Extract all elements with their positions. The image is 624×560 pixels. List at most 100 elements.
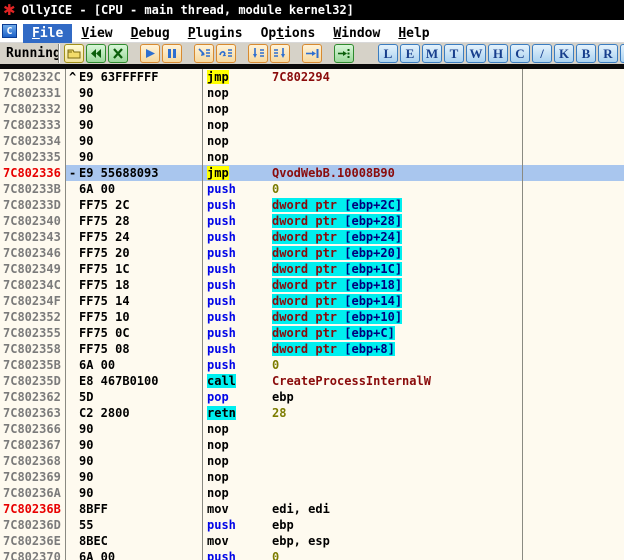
operand: dword ptr bbox=[272, 342, 344, 356]
comment-cell bbox=[523, 101, 624, 117]
menu-item-options[interactable]: Options bbox=[252, 24, 325, 43]
hexdump-cell: 55 bbox=[66, 517, 203, 533]
hexdump-cell: FF75 0C bbox=[66, 325, 203, 341]
letter-button-K[interactable]: K bbox=[554, 44, 574, 63]
mnemonic: nop bbox=[207, 470, 229, 484]
table-row[interactable]: 7C80233290nop bbox=[0, 101, 624, 117]
table-row[interactable]: 7C8023625Dpopebp bbox=[0, 389, 624, 405]
hex-bytes: 5D bbox=[79, 389, 93, 405]
menu-item-plugins[interactable]: Plugins bbox=[179, 24, 252, 43]
table-row[interactable]: 7C80233590nop bbox=[0, 149, 624, 165]
table-row[interactable]: 7C80233190nop bbox=[0, 85, 624, 101]
table-row[interactable]: 7C80236D55pushebp bbox=[0, 517, 624, 533]
table-row[interactable]: 7C802349FF75 1Cpushdword ptr [ebp+1C] bbox=[0, 261, 624, 277]
comment-cell bbox=[523, 357, 624, 373]
letter-button-C[interactable]: C bbox=[510, 44, 530, 63]
table-row[interactable]: 7C80236890nop bbox=[0, 453, 624, 469]
table-row[interactable]: 7C802363C2 2800retn28 bbox=[0, 405, 624, 421]
cpu-window-icon[interactable]: C bbox=[2, 24, 17, 38]
hex-bytes: 90 bbox=[79, 101, 93, 117]
letter-button-label: C bbox=[515, 47, 524, 60]
animate-over-button[interactable] bbox=[270, 44, 290, 63]
table-row[interactable]: 7C80236A90nop bbox=[0, 485, 624, 501]
instruction-cell: pushdword ptr [ebp+10] bbox=[203, 309, 523, 325]
letter-button-L[interactable]: L bbox=[378, 44, 398, 63]
letter-button-H[interactable]: H bbox=[488, 44, 508, 63]
menu-item-help[interactable]: Help bbox=[389, 24, 438, 43]
jump-direction-indicator bbox=[66, 149, 79, 165]
animate-into-button[interactable] bbox=[248, 44, 268, 63]
comment-cell bbox=[523, 341, 624, 357]
address-cell: 7C802332 bbox=[0, 101, 66, 117]
execute-till-return-button[interactable] bbox=[302, 44, 322, 63]
run-button[interactable] bbox=[140, 44, 160, 63]
letter-button-R[interactable]: R bbox=[598, 44, 618, 63]
comment-cell bbox=[523, 485, 624, 501]
hex-bytes: E8 467B0100 bbox=[79, 373, 158, 389]
jump-direction-indicator bbox=[66, 389, 79, 405]
pause-button[interactable] bbox=[162, 44, 182, 63]
table-row[interactable]: 7C80236790nop bbox=[0, 437, 624, 453]
table-row[interactable]: 7C802352FF75 10pushdword ptr [ebp+10] bbox=[0, 309, 624, 325]
table-row[interactable]: 7C80232C^E9 63FFFFFFjmp7C802294 bbox=[0, 69, 624, 85]
table-row[interactable]: 7C80233B6A 00push0 bbox=[0, 181, 624, 197]
jump-direction-indicator bbox=[66, 421, 79, 437]
table-row[interactable]: 7C802346FF75 20pushdword ptr [ebp+20] bbox=[0, 245, 624, 261]
letter-button-/[interactable]: / bbox=[532, 44, 552, 63]
go-to-button[interactable] bbox=[334, 44, 354, 63]
instruction-cell: nop bbox=[203, 469, 523, 485]
mnemonic: push bbox=[207, 550, 236, 560]
table-row[interactable]: 7C802355FF75 0Cpushdword ptr [ebp+C] bbox=[0, 325, 624, 341]
hex-bytes: 90 bbox=[79, 485, 93, 501]
operand: [ebp+10] bbox=[344, 310, 402, 324]
letter-button-E[interactable]: E bbox=[400, 44, 420, 63]
jump-direction-indicator bbox=[66, 229, 79, 245]
comment-cell bbox=[523, 245, 624, 261]
address-cell: 7C802331 bbox=[0, 85, 66, 101]
letter-button-label: H bbox=[493, 47, 503, 60]
open-button[interactable] bbox=[64, 44, 84, 63]
step-over-button[interactable] bbox=[216, 44, 236, 63]
letter-button-...[interactable]: ... bbox=[620, 44, 624, 63]
menu-item-file[interactable]: File bbox=[23, 24, 72, 43]
table-row[interactable]: 7C80233390nop bbox=[0, 117, 624, 133]
step-into-button[interactable] bbox=[194, 44, 214, 63]
close-button[interactable] bbox=[108, 44, 128, 63]
address-cell: 7C80236B bbox=[0, 501, 66, 517]
jump-direction-indicator bbox=[66, 261, 79, 277]
table-row[interactable]: 7C80236B8BFFmovedi, edi bbox=[0, 501, 624, 517]
table-row[interactable]: 7C802336-E9 55688093jmpQvodWebB.10008B90 bbox=[0, 165, 624, 181]
table-row[interactable]: 7C80235B6A 00push0 bbox=[0, 357, 624, 373]
table-row[interactable]: 7C80233490nop bbox=[0, 133, 624, 149]
operand: ebp, esp bbox=[272, 534, 330, 548]
table-row[interactable]: 7C80236E8BECmovebp, esp bbox=[0, 533, 624, 549]
hexdump-cell: 6A 00 bbox=[66, 357, 203, 373]
table-row[interactable]: 7C802358FF75 08pushdword ptr [ebp+8] bbox=[0, 341, 624, 357]
table-row[interactable]: 7C802340FF75 28pushdword ptr [ebp+28] bbox=[0, 213, 624, 229]
menu-item-debug[interactable]: Debug bbox=[122, 24, 179, 43]
table-row[interactable]: 7C80236690nop bbox=[0, 421, 624, 437]
table-row[interactable]: 7C802343FF75 24pushdword ptr [ebp+24] bbox=[0, 229, 624, 245]
menu-item-view[interactable]: View bbox=[72, 24, 121, 43]
address-cell: 7C80234F bbox=[0, 293, 66, 309]
operand: dword ptr bbox=[272, 198, 344, 212]
table-row[interactable]: 7C80234FFF75 14pushdword ptr [ebp+14] bbox=[0, 293, 624, 309]
restart-button[interactable] bbox=[86, 44, 106, 63]
mnemonic: push bbox=[207, 358, 236, 372]
hex-bytes: FF75 24 bbox=[79, 229, 130, 245]
letter-button-M[interactable]: M bbox=[422, 44, 442, 63]
table-row[interactable]: 7C80234CFF75 18pushdword ptr [ebp+18] bbox=[0, 277, 624, 293]
comment-cell bbox=[523, 197, 624, 213]
letter-button-B[interactable]: B bbox=[576, 44, 596, 63]
letter-button-W[interactable]: W bbox=[466, 44, 486, 63]
table-row[interactable]: 7C8023706A 00push0 bbox=[0, 549, 624, 560]
disassembly-panel[interactable]: 7C80232C^E9 63FFFFFFjmp7C8022947C8023319… bbox=[0, 69, 624, 560]
table-row[interactable]: 7C80235DE8 467B0100callCreateProcessInte… bbox=[0, 373, 624, 389]
instruction-cell: movebp, esp bbox=[203, 533, 523, 549]
table-row[interactable]: 7C80236990nop bbox=[0, 469, 624, 485]
letter-button-T[interactable]: T bbox=[444, 44, 464, 63]
hexdump-cell: 6A 00 bbox=[66, 549, 203, 560]
menu-item-window[interactable]: Window bbox=[324, 24, 389, 43]
hex-bytes: FF75 28 bbox=[79, 213, 130, 229]
table-row[interactable]: 7C80233DFF75 2Cpushdword ptr [ebp+2C] bbox=[0, 197, 624, 213]
